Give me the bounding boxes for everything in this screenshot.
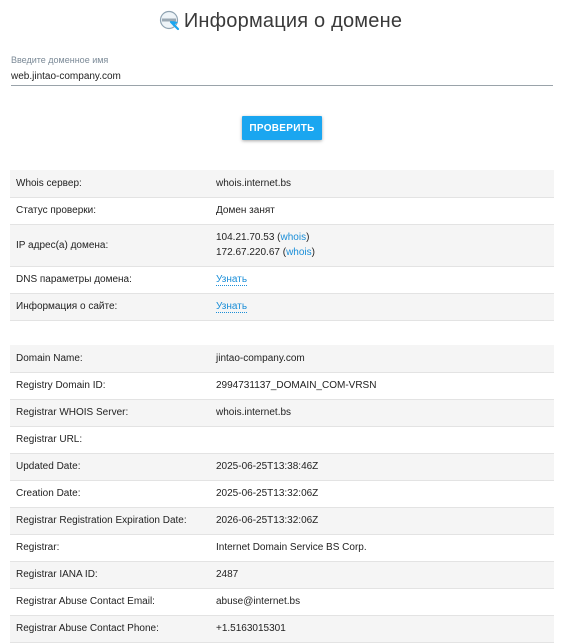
whois-key: Registrar:: [10, 534, 210, 562]
whois-key: Creation Date:: [10, 480, 210, 508]
table-row: Registry Domain ID: 2994731137_DOMAIN_COM…: [10, 372, 554, 400]
ip-whois-link[interactable]: whois: [286, 247, 312, 258]
whois-key: Registrar URL:: [10, 426, 210, 454]
check-button[interactable]: ПРОВЕРИТЬ: [242, 116, 322, 140]
table-row: Registrar WHOIS Server: whois.internet.bs: [10, 399, 554, 427]
whois-key: Registrar Registration Expiration Date:: [10, 507, 210, 535]
table-row: Registrar Registration Expiration Date: 2…: [10, 507, 554, 535]
whois-server-label: Whois сервер:: [10, 170, 210, 198]
whois-value: 2994731137_DOMAIN_COM-VRSN: [210, 372, 554, 400]
table-row: Registrar URL:: [10, 426, 554, 454]
table-row: Registrar Abuse Contact Email: abuse@inte…: [10, 588, 554, 616]
whois-value: abuse@internet.bs: [210, 588, 554, 616]
whois-key: Registrar Abuse Contact Phone:: [10, 615, 210, 643]
summary-table: Whois сервер: whois.internet.bs Статус п…: [10, 170, 554, 321]
ip-item: 172.67.220.67 (whois): [216, 247, 315, 258]
page-title: Информация о домене: [183, 9, 403, 32]
table-row: Creation Date: 2025-06-25T13:32:06Z: [10, 480, 554, 508]
table-row: Registrar Abuse Contact Phone: +1.5163015…: [10, 615, 554, 643]
ip-whois-link[interactable]: whois: [281, 232, 307, 243]
whois-value: 2487: [210, 561, 554, 589]
site-info-cell: Узнать: [210, 293, 554, 321]
ip-label: IP адрес(а) домена:: [10, 224, 210, 267]
whois-key: Domain Name:: [10, 345, 210, 373]
table-row: Информация о сайте: Узнать: [10, 293, 554, 321]
whois-value: Internet Domain Service BS Corp.: [210, 534, 554, 562]
whois-server-value: whois.internet.bs: [210, 170, 554, 198]
whois-value: [210, 426, 554, 454]
status-label: Статус проверки:: [10, 197, 210, 225]
whois-key: Updated Date:: [10, 453, 210, 481]
whois-value: 2025-06-25T13:32:06Z: [210, 480, 554, 508]
site-info-label: Информация о сайте:: [10, 293, 210, 321]
whois-value: +1.5163015301: [210, 615, 554, 643]
whois-value: jintao-company.com: [210, 345, 554, 373]
table-row: Updated Date: 2025-06-25T13:38:46Z: [10, 453, 554, 481]
table-row: Whois сервер: whois.internet.bs: [10, 170, 554, 198]
whois-table: Domain Name: jintao-company.com Registry …: [10, 345, 554, 643]
whois-key: Registrar IANA ID:: [10, 561, 210, 589]
whois-value: whois.internet.bs: [210, 399, 554, 427]
ip-address: 172.67.220.67: [216, 247, 280, 258]
whois-value: 2025-06-25T13:38:46Z: [210, 453, 554, 481]
whois-key: Registry Domain ID:: [10, 372, 210, 400]
table-row: Статус проверки: Домен занят: [10, 197, 554, 225]
ip-list: 104.21.70.53 (whois) 172.67.220.67 (whoi…: [210, 224, 554, 267]
domain-input[interactable]: [11, 68, 553, 86]
table-row: Registrar: Internet Domain Service BS Cor…: [10, 534, 554, 562]
ip-item: 104.21.70.53 (whois): [216, 232, 310, 243]
domain-input-label: Введите доменное имя: [11, 55, 109, 65]
ip-address: 104.21.70.53: [216, 232, 275, 243]
table-row: DNS параметры домена: Узнать: [10, 266, 554, 294]
status-value: Домен занят: [210, 197, 554, 225]
whois-key: Registrar WHOIS Server:: [10, 399, 210, 427]
magnifier-globe-icon: [159, 10, 179, 31]
dns-label: DNS параметры домена:: [10, 266, 210, 294]
whois-value: 2026-06-25T13:32:06Z: [210, 507, 554, 535]
whois-key: Registrar Abuse Contact Email:: [10, 588, 210, 616]
dns-know-link[interactable]: Узнать: [216, 274, 248, 286]
dns-cell: Узнать: [210, 266, 554, 294]
table-row: IP адрес(а) домена: 104.21.70.53 (whois)…: [10, 224, 554, 267]
page-header: Информация о домене: [0, 6, 561, 36]
table-row: Domain Name: jintao-company.com: [10, 345, 554, 373]
table-row: Registrar IANA ID: 2487: [10, 561, 554, 589]
site-info-know-link[interactable]: Узнать: [216, 301, 248, 313]
